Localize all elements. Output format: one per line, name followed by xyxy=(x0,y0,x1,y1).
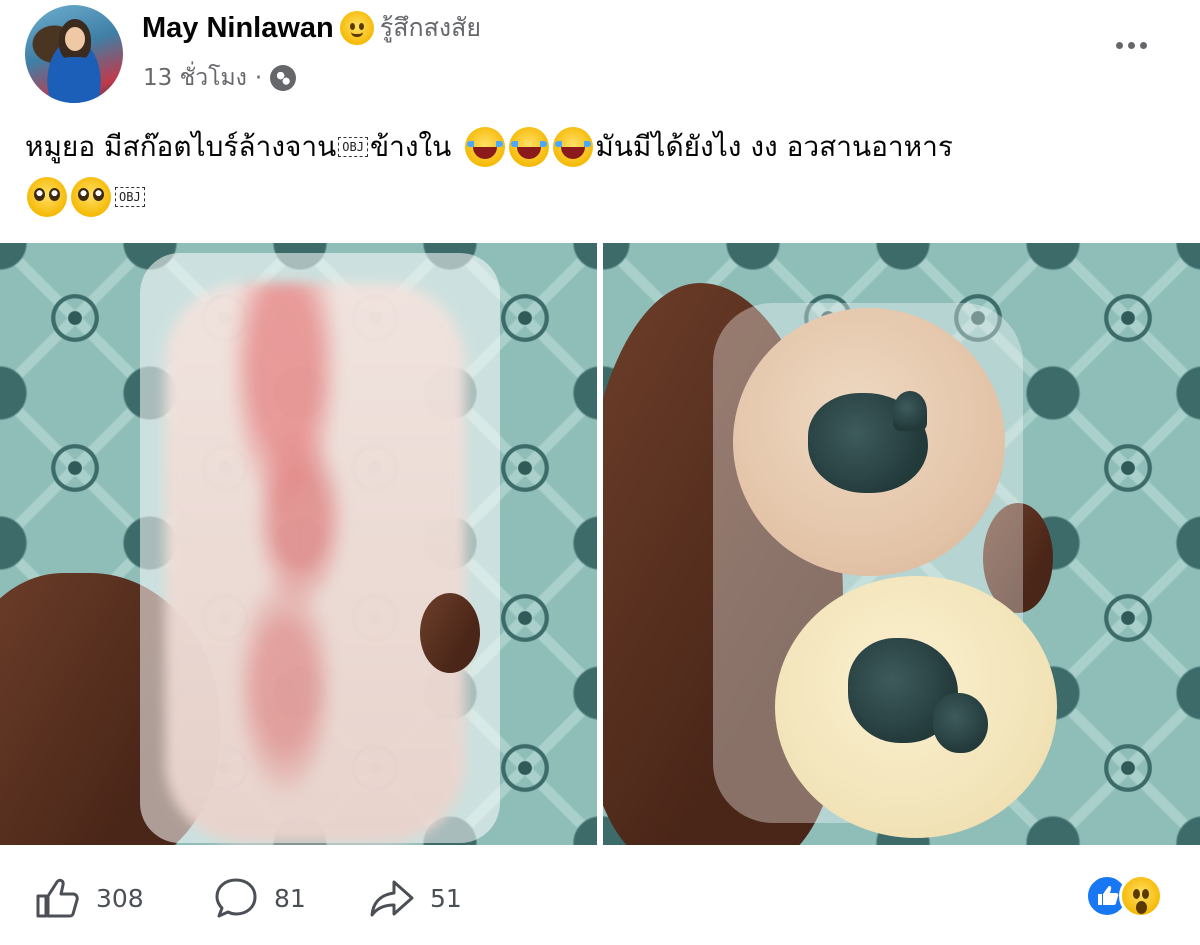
comment-count: 81 xyxy=(274,883,306,913)
comment-bubble-icon xyxy=(215,878,257,918)
author-avatar[interactable] xyxy=(25,5,123,103)
pleading-emoji-icon xyxy=(71,177,111,217)
post-photo-right[interactable] xyxy=(603,243,1200,845)
more-options-icon xyxy=(1115,41,1123,49)
post-meta: 13 ชั่วโมง · xyxy=(143,60,297,96)
facebook-post: May Ninlawan รู้สึกสงสัย 13 ชั่วโมง · หม… xyxy=(0,0,1200,945)
sponge-fiber-bottom-tail xyxy=(933,693,988,753)
object-placeholder: OBJ xyxy=(115,187,145,207)
blurred-package xyxy=(165,283,465,843)
avatar-body xyxy=(51,57,99,103)
post-photo-left[interactable] xyxy=(0,243,597,845)
laughing-emoji-icon xyxy=(509,127,550,167)
share-arrow-icon xyxy=(370,880,414,917)
author-name[interactable]: May Ninlawan xyxy=(142,12,334,45)
post-text-segment: ข้างใน xyxy=(369,130,452,163)
post-text-segment: หมูยอ มีสก๊อตไบร์ล้างจาน xyxy=(25,130,337,163)
smiling-emoji-icon xyxy=(339,11,374,45)
feeling-label: รู้สึกสงสัย xyxy=(379,13,481,42)
laughing-emoji-icon xyxy=(465,127,506,167)
object-placeholder: OBJ xyxy=(338,137,368,157)
globe-icon[interactable] xyxy=(270,65,297,91)
avatar-face xyxy=(65,27,85,51)
more-options-button[interactable] xyxy=(1108,30,1154,60)
like-count: 308 xyxy=(96,883,144,913)
post-actions-bar: 308 81 51 xyxy=(0,860,1200,940)
comment-button[interactable]: 81 xyxy=(212,876,306,920)
laughing-emoji-icon xyxy=(553,127,594,167)
post-text: หมูยอ มีสก๊อตไบร์ล้างจาน OBJ ข้างใน มันม… xyxy=(25,122,1175,222)
reaction-summary[interactable] xyxy=(1085,872,1175,920)
pleading-emoji-icon xyxy=(27,177,67,217)
wow-reaction-icon xyxy=(1119,874,1163,918)
post-header: May Ninlawan รู้สึกสงสัย xyxy=(142,8,481,48)
thumbs-up-icon xyxy=(36,878,79,918)
sponge-fiber-top-tail xyxy=(893,391,927,431)
like-button[interactable]: 308 xyxy=(34,876,144,920)
share-count: 51 xyxy=(430,883,462,913)
post-text-line-1: หมูยอ มีสก๊อตไบร์ล้างจาน OBJ ข้างใน มันม… xyxy=(25,122,1175,172)
meta-separator: · xyxy=(254,65,263,91)
thumb xyxy=(420,593,480,673)
post-text-line-2: OBJ xyxy=(25,172,1175,222)
post-text-segment: มันมีได้ยังไง งง อวสานอาหาร xyxy=(595,130,953,163)
share-button[interactable]: 51 xyxy=(368,876,462,920)
post-timestamp[interactable]: 13 ชั่วโมง xyxy=(143,60,247,96)
